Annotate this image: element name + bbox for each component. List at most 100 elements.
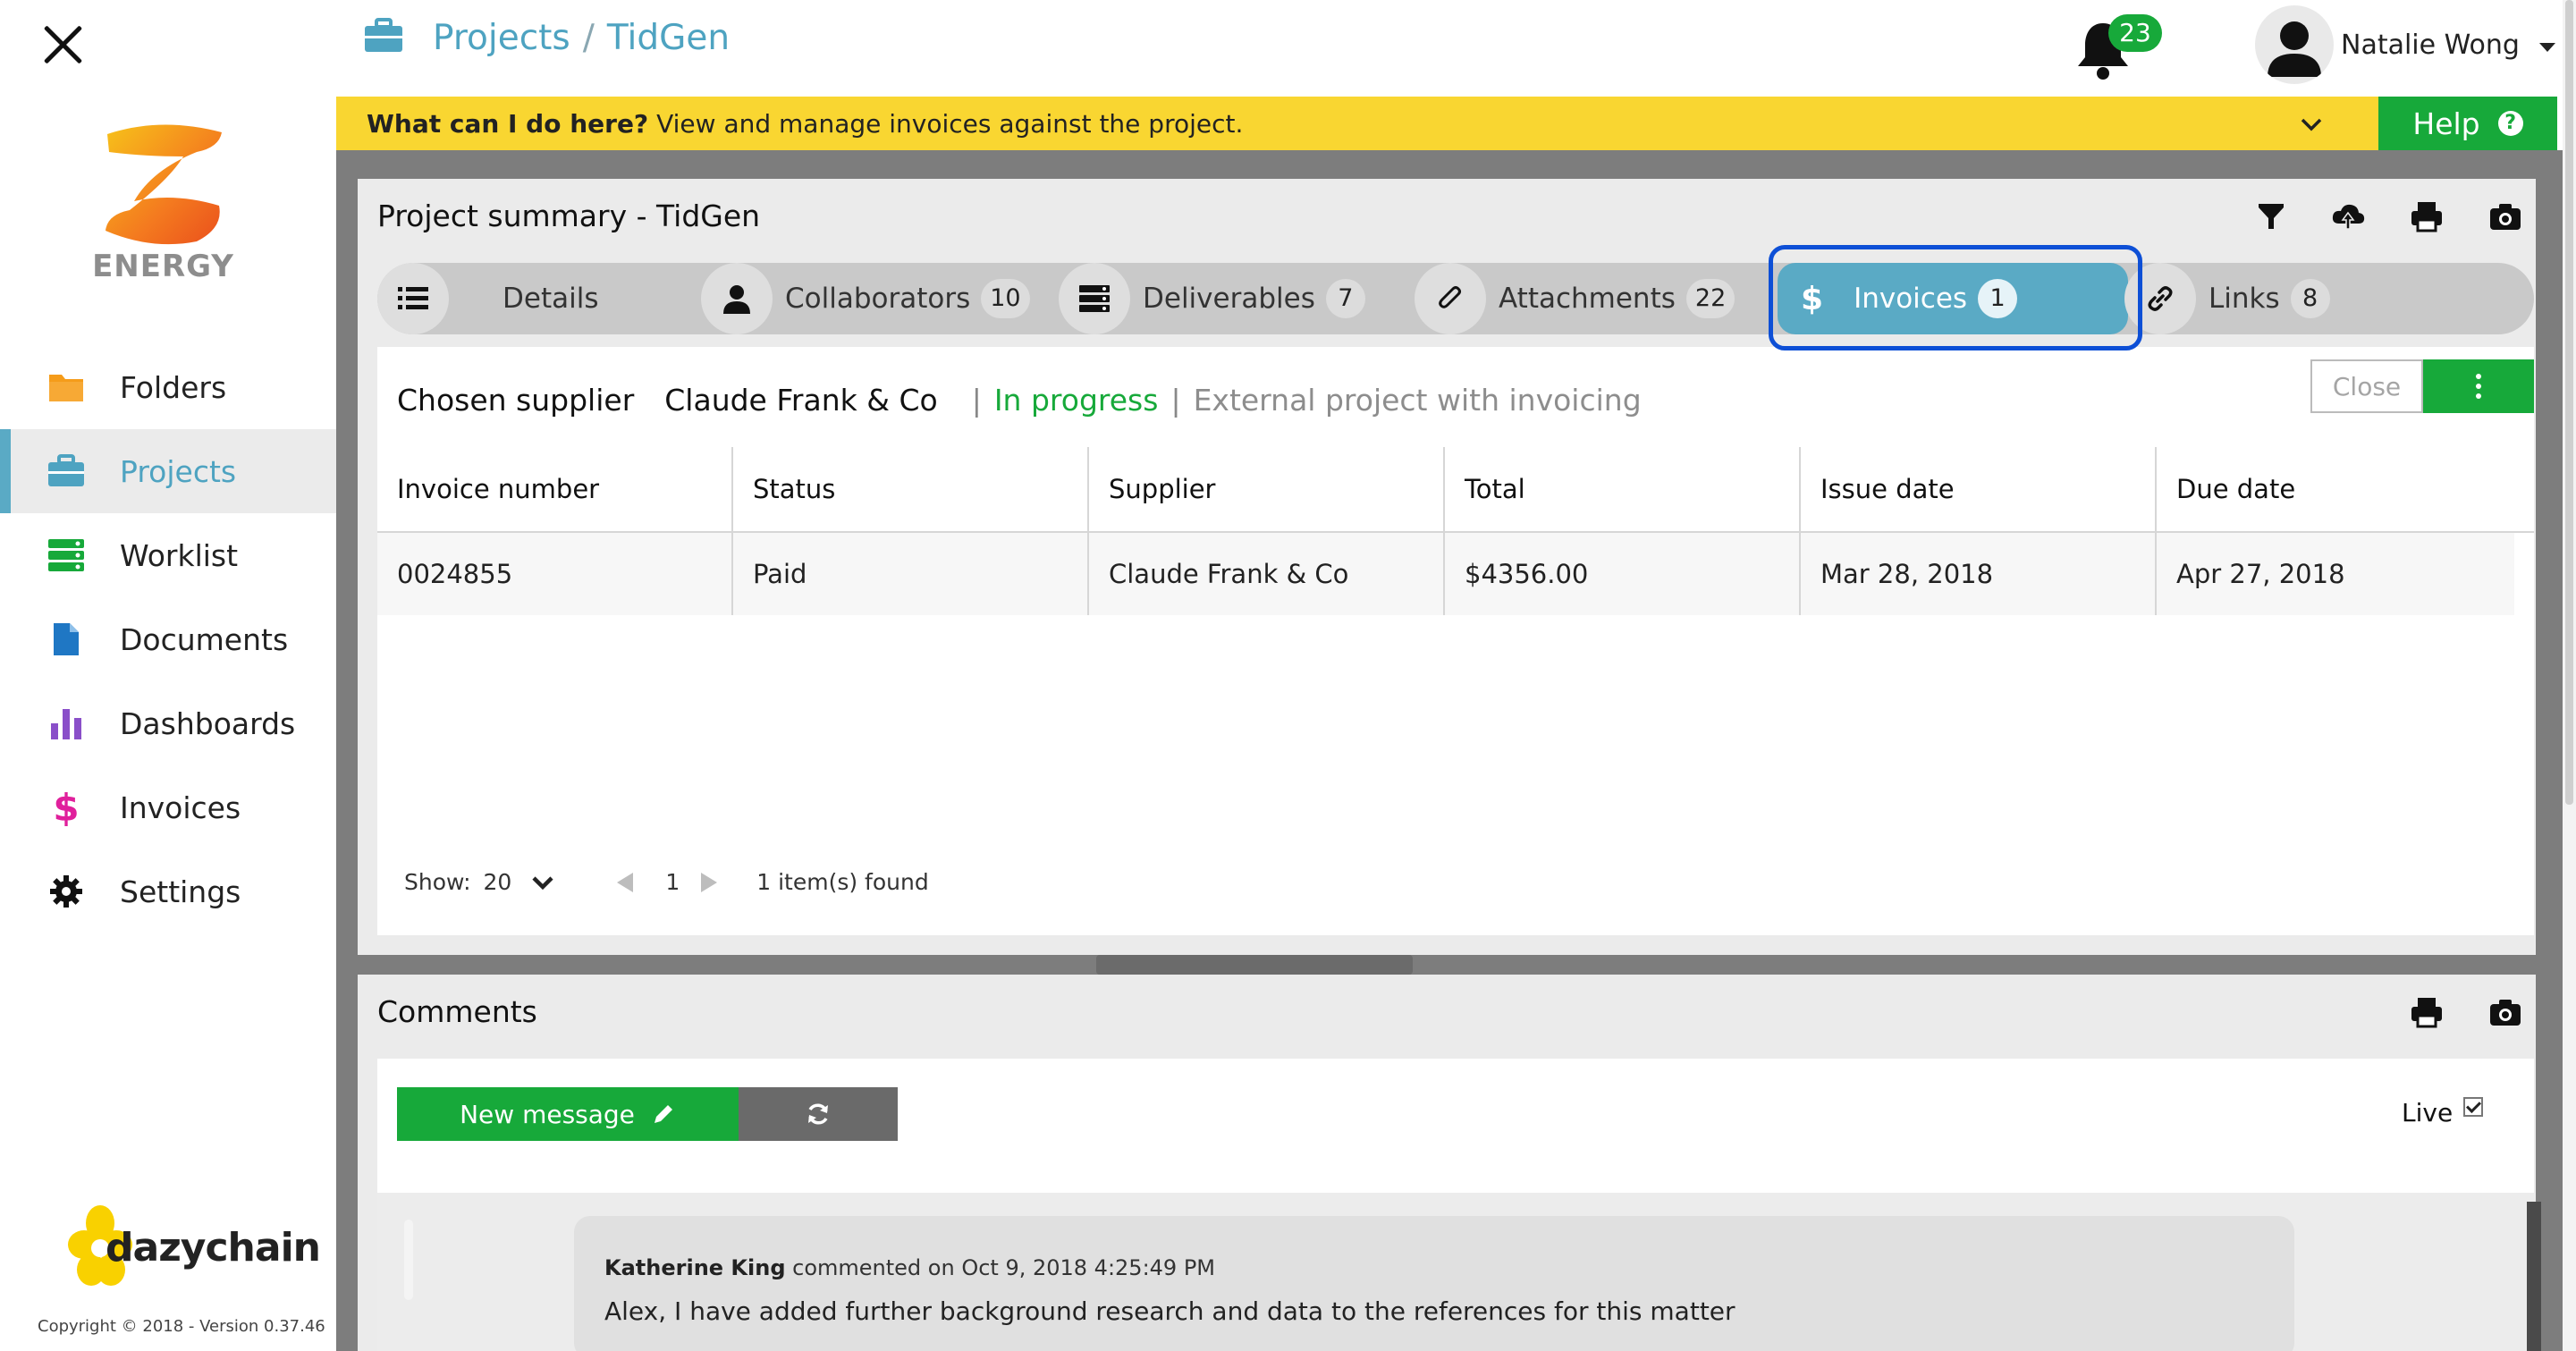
cell-status: Paid: [733, 533, 1089, 615]
column-header-supplier[interactable]: Supplier: [1089, 447, 1445, 531]
list-icon: [377, 263, 449, 334]
sidebar: ENERGY Folders Projects Worklist Documen…: [0, 0, 336, 1351]
help-banner: What can I do here? View and manage invo…: [336, 97, 2557, 150]
invoices-table: Invoice number Status Supplier Total Iss…: [377, 447, 2534, 615]
status-text: In progress: [993, 383, 1159, 418]
avatar: [2255, 5, 2334, 84]
tab-count-badge: 8: [2290, 279, 2330, 318]
filter-icon[interactable]: [2253, 198, 2289, 234]
supplier-row: Chosen supplier Claude Frank & Co | In p…: [397, 383, 1642, 418]
help-description: View and manage invoices against the pro…: [656, 109, 1244, 139]
comment-author[interactable]: Katherine King: [604, 1255, 786, 1280]
cell-issue-date: Mar 28, 2018: [1801, 533, 2157, 615]
panel-resize-handle[interactable]: [1096, 955, 1413, 975]
live-toggle: Live: [2402, 1096, 2484, 1127]
sidebar-item-label: Worklist: [120, 537, 239, 573]
vertical-dots-icon: [2476, 374, 2481, 399]
panel-title: Comments: [377, 994, 537, 1029]
dollar-icon: $: [53, 785, 80, 830]
help-button[interactable]: Help ?: [2378, 97, 2557, 150]
tab-collaborators[interactable]: Collaborators 10: [701, 263, 1030, 334]
z-energy-logo-icon: [106, 124, 222, 245]
print-icon[interactable]: [2409, 198, 2445, 234]
comment-timestamp: commented on Oct 9, 2018 4:25:49 PM: [792, 1255, 1216, 1280]
breadcrumb-project-name: TidGen: [606, 18, 731, 58]
sidebar-item-documents[interactable]: Documents: [0, 597, 336, 681]
main-nav: Folders Projects Worklist Documents Dash…: [0, 345, 336, 933]
page-scrollbar-thumb[interactable]: [2565, 0, 2573, 805]
help-banner-text: What can I do here? View and manage invo…: [367, 109, 1243, 139]
sidebar-item-worklist[interactable]: Worklist: [0, 513, 336, 597]
table-header-row: Invoice number Status Supplier Total Iss…: [377, 447, 2534, 533]
tab-deliverables[interactable]: Deliverables 7: [1059, 263, 1365, 334]
document-icon: [43, 616, 89, 663]
bar-chart-icon: [43, 700, 89, 747]
list-icon: [43, 532, 89, 578]
sidebar-item-invoices[interactable]: $ Invoices: [0, 765, 336, 849]
chevron-down-icon[interactable]: [531, 874, 554, 891]
tab-label: Attachments: [1499, 283, 1676, 315]
refresh-icon: [808, 1103, 828, 1125]
tab-attachments[interactable]: Attachments 22: [1415, 263, 1736, 334]
close-project-button[interactable]: Close: [2310, 359, 2423, 413]
user-menu[interactable]: Natalie Wong: [2255, 5, 2555, 84]
new-message-label: New message: [460, 1099, 635, 1129]
cloud-upload-icon[interactable]: [2330, 198, 2366, 234]
comment-meta: Katherine King commented on Oct 9, 2018 …: [604, 1255, 1215, 1280]
company-logo: ENERGY: [89, 116, 237, 286]
new-message-button[interactable]: New message: [397, 1087, 739, 1141]
column-header-due-date[interactable]: Due date: [2157, 447, 2534, 531]
camera-icon[interactable]: [2487, 198, 2523, 234]
print-icon[interactable]: [2409, 994, 2445, 1030]
separator: |: [971, 383, 982, 418]
copyright-text: Copyright © 2018 - Version 0.37.46: [38, 1317, 325, 1336]
active-tab-highlight: [1769, 245, 2142, 350]
sidebar-item-label: Projects: [120, 453, 237, 489]
tab-links[interactable]: Links 8: [2124, 263, 2330, 334]
cell-due-date: Apr 27, 2018: [2176, 559, 2345, 589]
tab-details[interactable]: Details: [377, 263, 598, 334]
items-found-text: 1 item(s) found: [756, 869, 929, 895]
sidebar-item-settings[interactable]: Settings: [0, 849, 336, 933]
page-scrollbar[interactable]: [2563, 0, 2576, 1351]
notification-count-badge: 23: [2108, 14, 2162, 52]
project-summary-panel: Project summary - TidGen Details Collabo…: [358, 179, 2536, 955]
sidebar-item-folders[interactable]: Folders: [0, 345, 336, 429]
close-menu-button[interactable]: [41, 23, 84, 66]
tab-label: Deliverables: [1143, 283, 1315, 315]
sidebar-item-label: Documents: [120, 621, 289, 657]
column-header-total[interactable]: Total: [1445, 447, 1801, 531]
next-page-button[interactable]: [701, 872, 718, 892]
question-circle-icon: ?: [2497, 111, 2523, 136]
table-row[interactable]: 0024855 Paid Claude Frank & Co $4356.00 …: [377, 533, 2514, 615]
comments-scrollbar[interactable]: [2527, 1202, 2541, 1351]
user-silhouette-icon: [2268, 21, 2321, 77]
sidebar-item-label: Invoices: [120, 789, 241, 825]
user-name: Natalie Wong: [2341, 29, 2520, 61]
tab-count-badge: 10: [981, 279, 1030, 318]
column-header-status[interactable]: Status: [733, 447, 1089, 531]
gear-icon: [43, 868, 89, 915]
column-header-issue-date[interactable]: Issue date: [1801, 447, 2157, 531]
breadcrumb-projects[interactable]: Projects: [433, 18, 570, 58]
separator: |: [1170, 383, 1181, 418]
sidebar-item-projects[interactable]: Projects: [0, 429, 336, 513]
tab-count-badge: 7: [1325, 279, 1365, 318]
comments-panel: Comments New message Live Katherine King…: [358, 975, 2541, 1351]
live-checkbox[interactable]: [2463, 1096, 2484, 1117]
more-options-button[interactable]: [2423, 359, 2534, 413]
page-size-value[interactable]: 20: [484, 869, 512, 895]
current-page: 1: [665, 869, 680, 895]
chevron-down-icon[interactable]: [2300, 113, 2323, 136]
pencil-icon: [654, 1105, 672, 1123]
tab-label: Details: [503, 283, 599, 315]
camera-icon[interactable]: [2487, 994, 2523, 1030]
sidebar-item-dashboards[interactable]: Dashboards: [0, 681, 336, 765]
previous-page-button[interactable]: [617, 872, 634, 892]
refresh-button[interactable]: [739, 1087, 898, 1141]
company-logo-text: ENERGY: [92, 249, 234, 284]
column-header-invoice-number[interactable]: Invoice number: [377, 447, 733, 531]
show-label: Show:: [404, 869, 471, 895]
supplier-label: Chosen supplier: [397, 383, 635, 418]
live-label: Live: [2402, 1098, 2454, 1127]
